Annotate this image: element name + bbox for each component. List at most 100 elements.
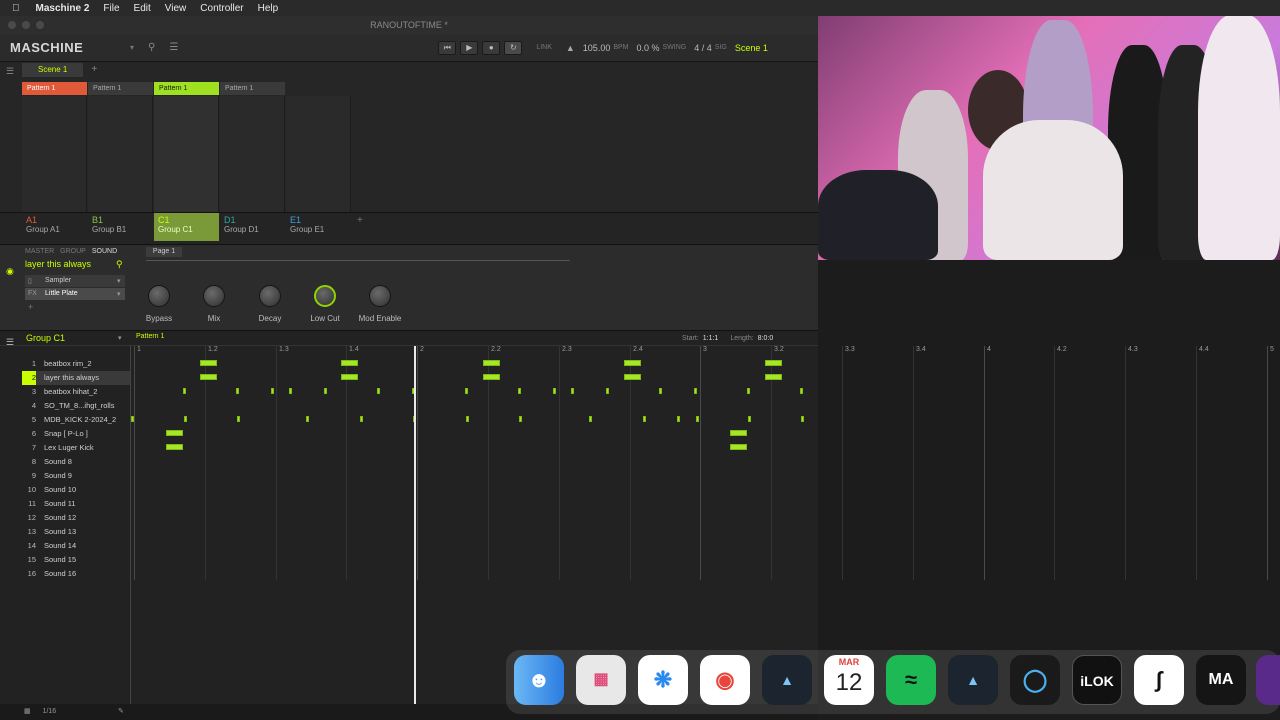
plugin-slot-reverb[interactable]: Little Plate <box>25 288 125 300</box>
mixer-icon[interactable]: ☰ <box>169 42 178 53</box>
add-plugin-button[interactable]: + <box>28 302 33 312</box>
note-event[interactable] <box>200 374 217 380</box>
note-event[interactable] <box>466 416 469 422</box>
note-event[interactable] <box>324 388 327 394</box>
note-event[interactable] <box>166 444 183 450</box>
group-slot-d1[interactable]: D1 Group D1 <box>220 213 285 241</box>
ua-console-icon[interactable]: ▲ <box>762 655 812 705</box>
menu-view[interactable]: View <box>165 3 187 14</box>
chevron-down-icon[interactable]: ▾ <box>118 334 122 342</box>
note-event[interactable] <box>748 416 751 422</box>
add-group-button[interactable]: + <box>357 215 363 226</box>
sound-row-4[interactable]: 4 SO_TM_8...ihgt_rolls <box>22 399 130 413</box>
page-tab[interactable]: Page 1 <box>146 247 182 257</box>
arranger-column[interactable] <box>22 96 87 212</box>
sound-row-13[interactable]: 13 Sound 13 <box>22 525 130 539</box>
group-slot-c1[interactable]: C1 Group C1 <box>154 213 219 241</box>
note-event[interactable] <box>694 388 697 394</box>
note-event[interactable] <box>518 388 521 394</box>
note-event[interactable] <box>553 388 556 394</box>
note-event[interactable] <box>765 374 782 380</box>
menu-controller[interactable]: Controller <box>200 3 243 14</box>
note-event[interactable] <box>306 416 309 422</box>
sound-row-2[interactable]: 2 layer this always <box>22 371 130 385</box>
note-event[interactable] <box>166 430 183 436</box>
sound-name[interactable]: layer this always <box>25 259 125 269</box>
note-event[interactable] <box>606 388 609 394</box>
spotify-icon[interactable]: ≈ <box>886 655 936 705</box>
rewind-button[interactable]: ⏮ <box>438 40 457 55</box>
note-event[interactable] <box>236 388 239 394</box>
note-event[interactable] <box>801 416 804 422</box>
menu-file[interactable]: File <box>103 3 119 14</box>
apple-icon[interactable]:  <box>12 3 20 14</box>
chrome-icon[interactable]: ◉ <box>700 655 750 705</box>
decay-knob[interactable] <box>259 285 281 307</box>
scene-tab[interactable]: Scene 1 <box>22 63 84 77</box>
note-event[interactable] <box>483 374 500 380</box>
partial-app-icon[interactable] <box>1256 655 1280 705</box>
pattern-name[interactable]: Pattern 1 <box>136 333 164 340</box>
calendar-icon[interactable]: MAR 12 <box>824 655 874 705</box>
menu-help[interactable]: Help <box>258 3 279 14</box>
search-icon[interactable]: ⚲ <box>116 259 123 270</box>
note-event[interactable] <box>237 416 240 422</box>
sound-row-11[interactable]: 11 Sound 11 <box>22 497 130 511</box>
grid-resolution[interactable]: 1/16 <box>43 708 57 715</box>
grid-resolution-icon[interactable]: ▦ <box>24 708 31 715</box>
menu-edit[interactable]: Edit <box>134 3 151 14</box>
low-cut-knob[interactable] <box>314 285 336 307</box>
note-event[interactable] <box>341 374 358 380</box>
sound-row-8[interactable]: 8 Sound 8 <box>22 455 130 469</box>
minimize-window-button[interactable] <box>22 21 30 29</box>
chevron-down-icon[interactable]: ▾ <box>117 290 121 298</box>
note-event[interactable] <box>131 416 134 422</box>
note-event[interactable] <box>624 374 641 380</box>
zoom-window-button[interactable] <box>36 21 44 29</box>
sound-row-16[interactable]: 16 Sound 16 <box>22 567 130 581</box>
tab-group[interactable]: GROUP <box>60 248 86 255</box>
play-button[interactable]: ▶ <box>460 40 479 55</box>
note-event[interactable] <box>377 388 380 394</box>
ua-connect-icon[interactable]: ▲ <box>948 655 998 705</box>
sound-row-1[interactable]: 1 beatbox rim_2 <box>22 357 130 371</box>
close-window-button[interactable] <box>8 21 16 29</box>
current-scene[interactable]: Scene 1 <box>735 43 768 53</box>
tab-master[interactable]: MASTER <box>25 248 54 255</box>
loop-button[interactable]: ↻ <box>504 40 523 55</box>
pattern-slot-c[interactable]: Pattern 1 <box>154 82 219 95</box>
note-event[interactable] <box>483 360 500 366</box>
pattern-slot-b[interactable]: Pattern 1 <box>88 82 153 95</box>
note-event[interactable] <box>659 388 662 394</box>
menu-app-name[interactable]: Maschine 2 <box>36 3 90 14</box>
note-event[interactable] <box>200 360 217 366</box>
note-event[interactable] <box>571 388 574 394</box>
sound-row-15[interactable]: 15 Sound 15 <box>22 553 130 567</box>
note-event[interactable] <box>341 360 358 366</box>
add-scene-button[interactable]: + <box>91 63 97 77</box>
arranger-column[interactable] <box>220 96 285 212</box>
note-event[interactable] <box>696 416 699 422</box>
mix-knob[interactable] <box>203 285 225 307</box>
signature-value[interactable]: 4 / 4 <box>694 43 712 53</box>
editor-menu-icon[interactable]: ☰ <box>6 337 14 348</box>
chevron-down-icon[interactable]: ▾ <box>130 43 134 52</box>
metronome-icon[interactable]: ▲ <box>566 43 575 53</box>
chevron-down-icon[interactable]: ▾ <box>117 277 121 285</box>
plugin-slot-sampler[interactable]: Sampler <box>25 275 125 287</box>
sound-row-9[interactable]: 9 Sound 9 <box>22 469 130 483</box>
note-event[interactable] <box>183 388 186 394</box>
note-event[interactable] <box>289 388 292 394</box>
tab-sound[interactable]: SOUND <box>92 248 117 255</box>
finder-icon[interactable]: ☻ <box>514 655 564 705</box>
note-event[interactable] <box>677 416 680 422</box>
note-event[interactable] <box>765 360 782 366</box>
splice-icon[interactable]: ∫ <box>1134 655 1184 705</box>
group-name[interactable]: Group C1 <box>26 333 65 343</box>
sound-row-7[interactable]: 7 Lex Luger Kick <box>22 441 130 455</box>
note-event[interactable] <box>519 416 522 422</box>
sound-row-6[interactable]: 6 Snap [ P-Lo ] <box>22 427 130 441</box>
pattern-slot-d[interactable]: Pattern 1 <box>220 82 285 95</box>
note-event[interactable] <box>624 360 641 366</box>
arranger-column[interactable] <box>88 96 153 212</box>
